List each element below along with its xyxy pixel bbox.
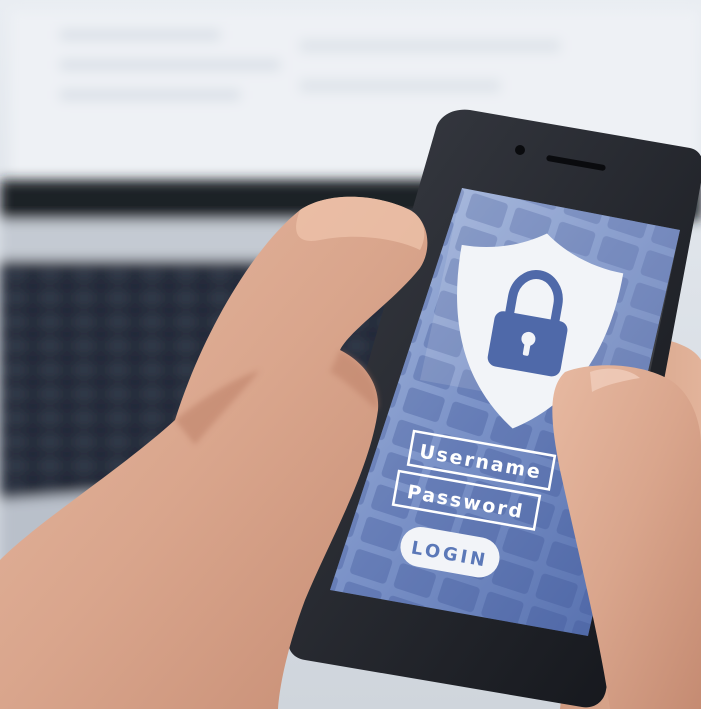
scene-svg: Username Password LOGIN [0,0,701,709]
photo-scene: Username Password LOGIN [0,0,701,709]
phone-camera [515,145,525,155]
